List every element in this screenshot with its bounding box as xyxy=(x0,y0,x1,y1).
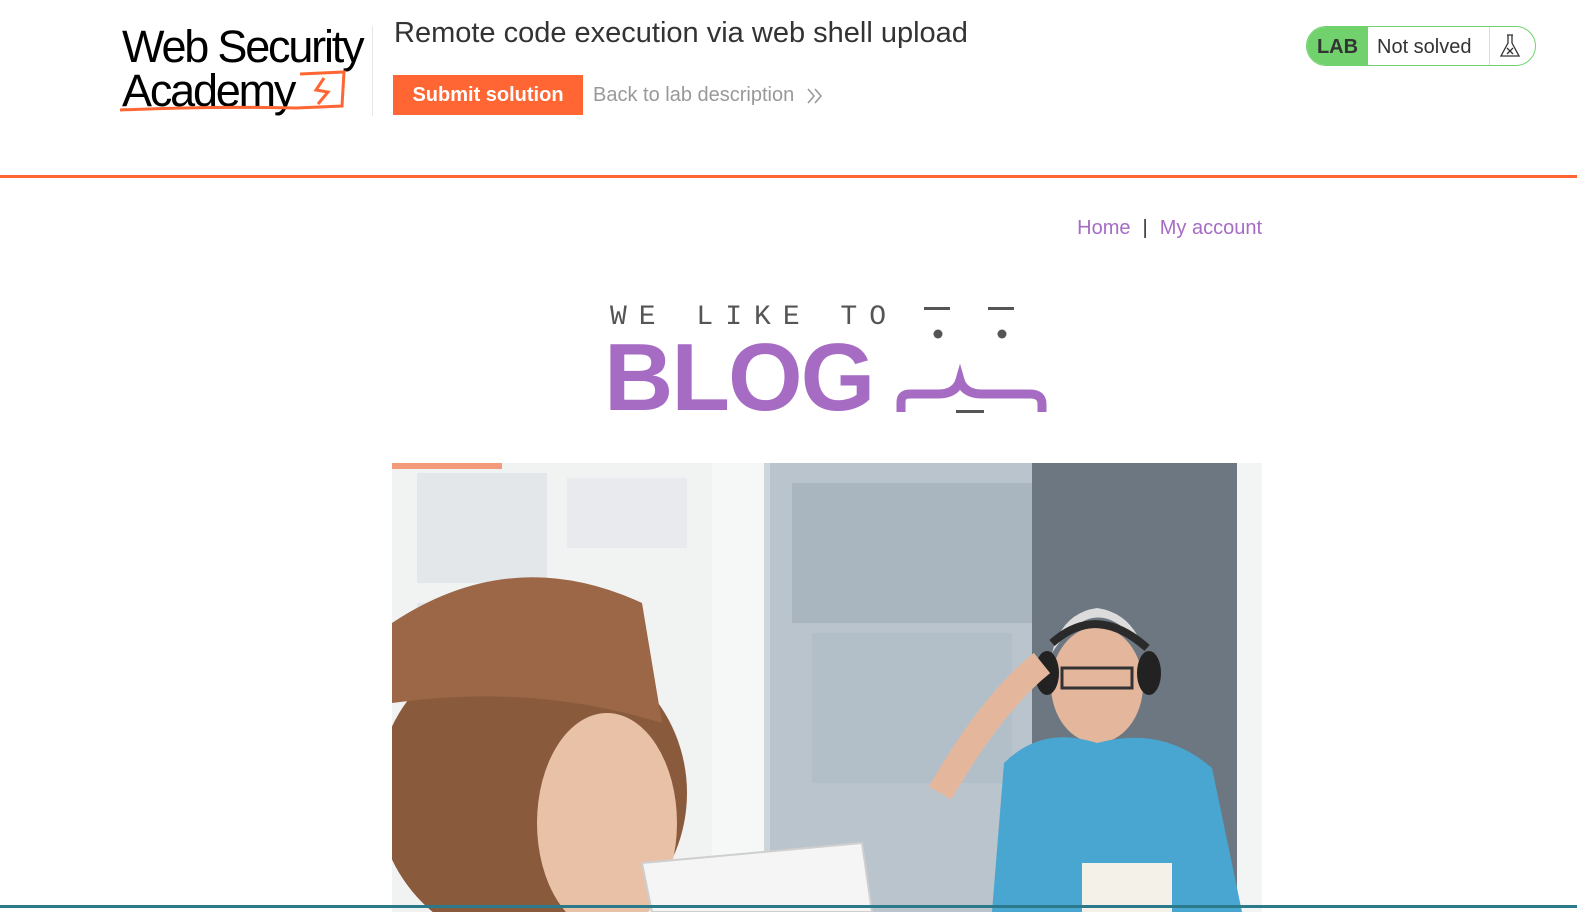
double-chevron-right-icon xyxy=(807,88,822,104)
lab-status-widget: LAB Not solved xyxy=(1306,26,1536,66)
nav-home-link[interactable]: Home xyxy=(1077,217,1130,239)
bottom-strip xyxy=(0,905,1577,908)
lab-title: Remote code execution via web shell uplo… xyxy=(394,17,968,49)
academy-logo-mark xyxy=(120,70,346,112)
hero-photo xyxy=(392,463,1262,912)
banner-face-icon xyxy=(896,307,1047,413)
blog-hero-image[interactable] xyxy=(392,463,1262,912)
nav-my-account-link[interactable]: My account xyxy=(1160,217,1262,239)
flask-icon xyxy=(1499,34,1521,57)
blog-top-nav: Home | My account xyxy=(1077,214,1262,242)
lab-badge: LAB xyxy=(1307,27,1368,65)
back-to-lab-description-link[interactable]: Back to lab description xyxy=(593,82,824,108)
submit-solution-button[interactable]: Submit solution xyxy=(393,75,583,115)
header-divider xyxy=(372,26,373,116)
nav-separator: | xyxy=(1142,217,1148,239)
status-separator xyxy=(1489,27,1490,65)
academy-header: Web Security Academy Remote code executi… xyxy=(0,0,1577,178)
back-link-label: Back to lab description xyxy=(593,84,795,106)
banner-word: BLOG xyxy=(604,324,875,431)
academy-logo[interactable]: Web Security Academy xyxy=(120,22,370,114)
lab-status-text: Not solved xyxy=(1377,36,1472,58)
blog-banner: WE LIKE TO BLOG xyxy=(600,298,1060,428)
header-rule xyxy=(0,175,1577,178)
